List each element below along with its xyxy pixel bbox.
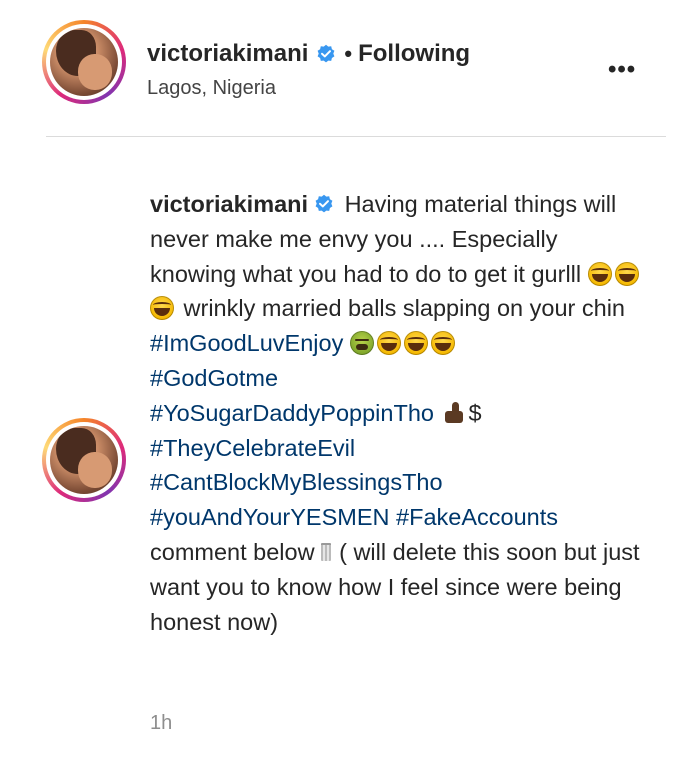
laughing-emoji-icon [376, 331, 401, 356]
laughing-emoji-icon [614, 261, 639, 286]
following-button[interactable]: Following [358, 40, 470, 68]
profile-avatar[interactable] [42, 20, 126, 104]
hashtag-link[interactable]: #GodGotme [150, 365, 278, 391]
hashtag-link[interactable]: #TheyCelebrateEvil [150, 435, 355, 461]
laughing-emoji-icon [430, 331, 455, 356]
nauseated-emoji-icon [349, 331, 374, 356]
wastebasket-icon [320, 542, 331, 561]
hashtag-link[interactable]: #YoSugarDaddyPoppinTho [150, 400, 434, 426]
laughing-emoji-icon [587, 261, 612, 286]
verified-badge-icon [316, 44, 336, 64]
thumbs-up-icon [443, 401, 467, 424]
caption-text: comment below [150, 538, 315, 565]
caption-username-link[interactable]: victoriakimani [150, 191, 308, 217]
divider [46, 136, 666, 137]
laughing-emoji-icon [403, 331, 428, 356]
verified-badge-icon [314, 189, 334, 213]
post-timestamp[interactable]: 1h [150, 712, 172, 735]
caption-text: wrinkly married balls slapping on your c… [183, 295, 626, 322]
more-options-button[interactable]: ••• [608, 56, 636, 84]
post-caption: victoriakimani Having material things wi… [150, 187, 650, 639]
location-link[interactable]: Lagos, Nigeria [147, 77, 276, 100]
hashtag-link[interactable]: #ImGoodLuvEnjoy [150, 330, 343, 356]
caption-avatar[interactable] [42, 418, 126, 502]
post-header: victoriakimani • Following Lagos, Nigeri… [0, 0, 680, 134]
avatar-photo [50, 28, 118, 96]
dollar-sign: $ [468, 399, 482, 426]
hashtag-link[interactable]: #FakeAccounts [396, 504, 558, 530]
hashtag-link[interactable]: #youAndYourYESMEN [150, 504, 390, 530]
separator-dot: • [344, 41, 353, 66]
laughing-emoji-icon [150, 296, 174, 321]
username-row: victoriakimani • Following [147, 40, 470, 68]
username-link[interactable]: victoriakimani [147, 40, 308, 68]
avatar-photo [50, 426, 118, 494]
hashtag-link[interactable]: #CantBlockMyBlessingsTho [150, 469, 443, 495]
